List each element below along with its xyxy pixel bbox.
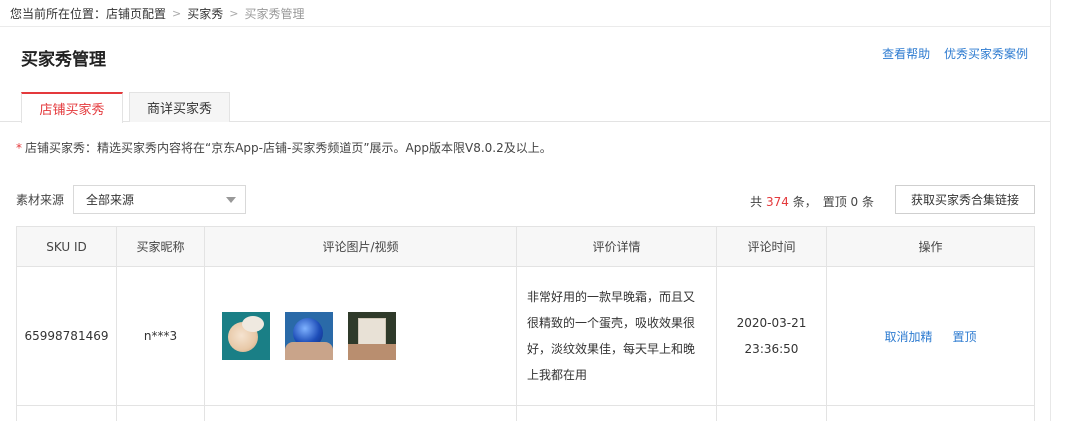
help-links: 查看帮助 优秀买家秀案例 (872, 45, 1028, 62)
notice-message: 店铺买家秀：精选买家秀内容将在“京东App-店铺-买家秀频道页”展示。App版本… (25, 141, 552, 155)
blue-ball-product-image[interactable] (285, 312, 333, 360)
review-time-cell: 2020-03-21 23:36:50 (717, 267, 827, 405)
source-select-value: 全部来源 (86, 193, 135, 207)
total-prefix: 共 (750, 195, 766, 209)
page-gutter (1051, 0, 1069, 421)
actions-cell: 取消加精 置顶 (827, 267, 1034, 405)
buyer-show-table: SKU ID 买家昵称 评论图片/视频 评价详情 评论时间 操作 6599878… (16, 226, 1035, 421)
partial-cell (827, 406, 1034, 421)
breadcrumb-item-current: 买家秀管理 (244, 6, 305, 21)
header-buyer-nickname: 买家昵称 (117, 227, 205, 266)
review-detail-cell: 非常好用的一款早晚霜，而且又很精致的一个蛋壳，吸收效果很好，淡纹效果佳，每天早上… (517, 267, 717, 405)
table-header: SKU ID 买家昵称 评论图片/视频 评价详情 评论时间 操作 (17, 226, 1034, 267)
breadcrumb: 您当前所在位置： 店铺页配置 > 买家秀 > 买家秀管理 (0, 0, 1050, 27)
source-select[interactable]: 全部来源 (73, 185, 246, 214)
breadcrumb-item-store-config[interactable]: 店铺页配置 (106, 5, 166, 22)
table-row-partial (17, 406, 1034, 421)
tab-product-buyer-show[interactable]: 商详买家秀 (129, 92, 230, 122)
excellent-cases-link[interactable]: 优秀买家秀案例 (944, 47, 1028, 61)
partial-cell (517, 406, 717, 421)
partial-cell (717, 406, 827, 421)
buyer-nickname-cell: n***3 (117, 267, 205, 405)
pinned-count: 置顶 0 条 (822, 195, 874, 209)
notice-text: * 店铺买家秀：精选买家秀内容将在“京东App-店铺-买家秀频道页”展示。App版… (16, 139, 552, 156)
box-product-image[interactable] (348, 312, 396, 360)
header-review-time: 评论时间 (717, 227, 827, 266)
main-panel: 您当前所在位置： 店铺页配置 > 买家秀 > 买家秀管理 买家秀管理 查看帮助 … (0, 0, 1051, 421)
cream-jar-image[interactable] (222, 312, 270, 360)
breadcrumb-item-buyer-show[interactable]: 买家秀 (187, 5, 223, 22)
breadcrumb-prefix: 您当前所在位置： (10, 6, 107, 21)
partial-cell (117, 406, 205, 421)
breadcrumb-separator: > (229, 6, 239, 20)
review-date: 2020-03-21 (736, 316, 807, 330)
partial-cell (205, 406, 517, 421)
get-collection-link-button[interactable]: 获取买家秀合集链接 (895, 185, 1035, 214)
page-title: 买家秀管理 (21, 50, 106, 70)
pin-to-top-link[interactable]: 置顶 (953, 328, 977, 345)
chevron-down-icon (226, 197, 236, 203)
view-help-link[interactable]: 查看帮助 (882, 47, 930, 61)
total-count: 374 (766, 195, 789, 209)
table-row: 65998781469 n***3 非常好用的一款早晚霜，而且又很精致的一个蛋壳… (17, 267, 1034, 406)
required-star: * (16, 141, 22, 155)
total-suffix: 条， (788, 195, 817, 209)
review-clock-time: 23:36:50 (744, 342, 799, 356)
cancel-featured-link[interactable]: 取消加精 (884, 328, 932, 345)
tab-store-buyer-show[interactable]: 店铺买家秀 (21, 92, 123, 123)
sku-id-cell: 65998781469 (17, 267, 117, 405)
header-actions: 操作 (918, 240, 943, 254)
header-sku-id: SKU ID (17, 227, 117, 266)
header-review-detail: 评价详情 (517, 227, 717, 266)
breadcrumb-separator: > (172, 6, 182, 20)
count-summary: 共 374 条， 置顶 0 条 (750, 193, 874, 210)
partial-cell (17, 406, 117, 421)
media-cell (205, 267, 517, 405)
header-media: 评论图片/视频 (205, 227, 517, 266)
source-filter-label: 素材来源 (16, 193, 65, 207)
